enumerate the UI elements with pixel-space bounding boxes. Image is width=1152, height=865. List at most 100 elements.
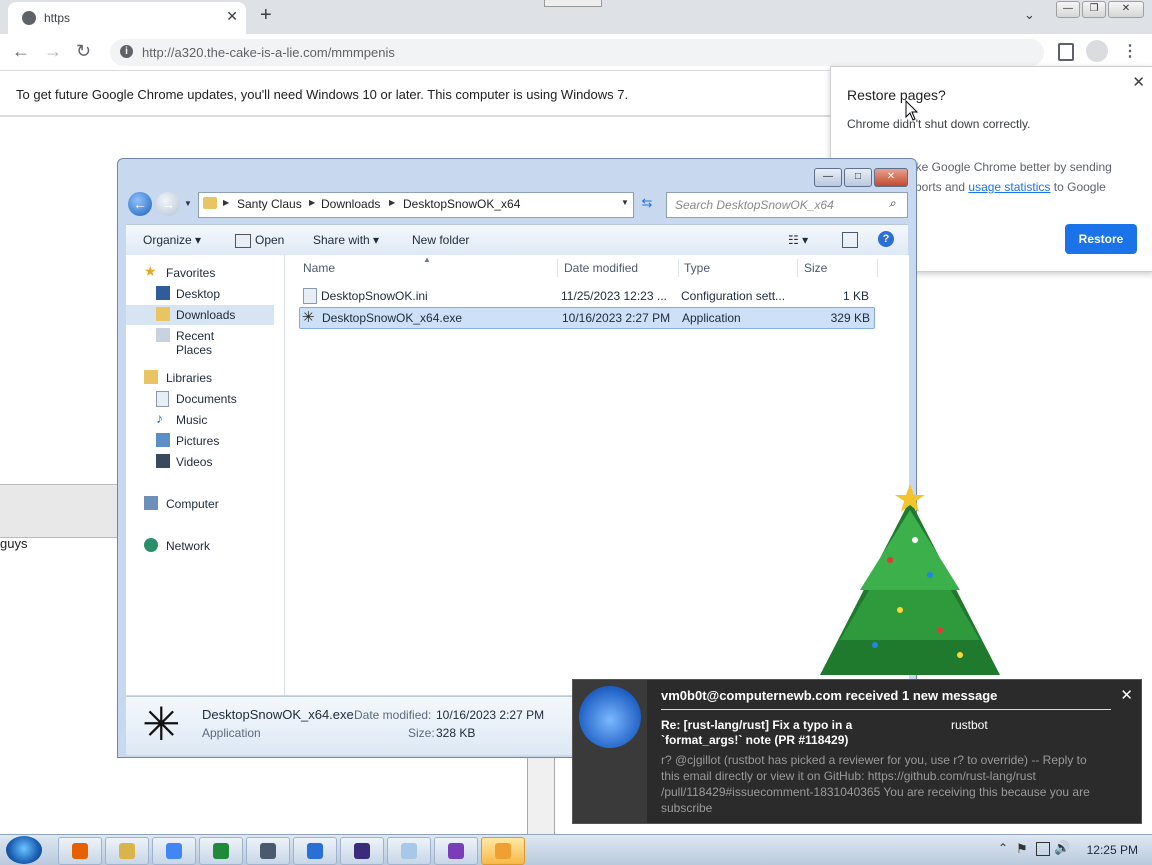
back-arrow-icon[interactable]: ←: [128, 192, 152, 216]
column-separator[interactable]: [678, 259, 679, 277]
share-with-button[interactable]: Share with ▾: [313, 233, 379, 247]
taskbar-button-chrome[interactable]: [152, 837, 196, 865]
snowflake-app-icon: ✳: [302, 309, 315, 326]
minimize-button[interactable]: —: [814, 168, 842, 187]
column-header-type[interactable]: Type: [684, 261, 710, 275]
explorer-search-input[interactable]: Search DesktopSnowOK_x64 ⌕: [666, 192, 908, 218]
search-icon[interactable]: ⌕: [889, 196, 896, 211]
globe-icon: [22, 11, 36, 25]
column-header-date[interactable]: Date modified: [564, 261, 638, 275]
close-icon[interactable]: ✕: [1120, 686, 1133, 704]
address-bar[interactable]: i http://a320.the-cake-is-a-lie.com/mmmp…: [110, 39, 1044, 66]
taskbar-button-notepad[interactable]: [387, 837, 431, 865]
back-icon[interactable]: ←: [12, 41, 30, 62]
address-dropdown-icon[interactable]: ▼: [621, 198, 629, 207]
clock[interactable]: 12:25 PM: [1087, 843, 1138, 857]
breadcrumb-downloads[interactable]: Downloads: [321, 197, 380, 211]
side-panel-icon[interactable]: [1058, 43, 1074, 61]
taskbar-button-thunderbird[interactable]: [293, 837, 337, 865]
snowflake-app-icon: ✳: [142, 698, 181, 750]
tab-search-chevron-icon[interactable]: ⌄: [1024, 7, 1035, 23]
taskbar-button-tree[interactable]: [199, 837, 243, 865]
network-icon: [144, 538, 158, 552]
restore-button[interactable]: Restore: [1065, 224, 1137, 254]
tab-title: https: [44, 11, 71, 25]
taskbar-button-explorer[interactable]: [105, 837, 149, 865]
forward-icon[interactable]: →: [44, 41, 62, 62]
taskbar-button-media[interactable]: [434, 837, 478, 865]
forward-arrow-icon[interactable]: →: [156, 192, 180, 216]
nav-downloads[interactable]: Downloads: [126, 305, 274, 325]
view-options-icon[interactable]: ☷ ▾: [788, 233, 808, 247]
taskbar-button-usb[interactable]: [340, 837, 384, 865]
reload-icon[interactable]: ↻: [76, 41, 91, 62]
chrome-icon: [166, 843, 182, 859]
breadcrumb-separator-icon[interactable]: ▶: [389, 198, 395, 207]
column-separator[interactable]: [877, 259, 878, 277]
taskbar-button-snowok[interactable]: [481, 837, 525, 865]
file-type: Configuration sett...: [681, 289, 786, 303]
thunderbird-notification[interactable]: vm0b0t@computernewb.com received 1 new m…: [572, 679, 1142, 824]
system-tray: ⌃ ⚑ 🔊 12:25 PM: [990, 837, 1152, 863]
restore-message: Chrome didn't shut down correctly.: [847, 117, 1031, 131]
column-header-size[interactable]: Size: [804, 261, 827, 275]
breadcrumb-separator-icon[interactable]: ▶: [309, 198, 315, 207]
file-size: 1 KB: [842, 289, 869, 303]
taskbar: ⌃ ⚑ 🔊 12:25 PM: [0, 834, 1152, 865]
open-button[interactable]: Open: [255, 233, 284, 247]
chrome-tab-strip: https ✕ + ⌄ — ❐ ✕: [0, 0, 1152, 34]
maximize-button[interactable]: □: [844, 168, 872, 187]
details-size-label: Size:: [408, 726, 435, 740]
computer-icon: [144, 496, 158, 510]
organize-button[interactable]: Organize ▾: [143, 233, 201, 247]
site-info-icon[interactable]: i: [120, 45, 133, 58]
close-button[interactable]: ✕: [874, 168, 908, 187]
nav-network-label: Network: [166, 539, 211, 553]
taskbar-button-monitor[interactable]: [246, 837, 290, 865]
preview-pane-icon[interactable]: [842, 232, 858, 248]
documents-icon: [156, 391, 169, 407]
background-page-text: guys: [0, 536, 28, 551]
close-window-button[interactable]: ✕: [1108, 1, 1144, 18]
breadcrumb-santy-claus[interactable]: Santy Claus: [237, 197, 302, 211]
desktop-icon: [156, 286, 170, 300]
action-center-flag-icon[interactable]: ⚑: [1016, 841, 1028, 857]
column-header-name[interactable]: Name: [303, 261, 335, 275]
new-tab-button[interactable]: +: [260, 4, 272, 27]
nav-documents-label: Documents: [176, 392, 237, 406]
explorer-address-bar[interactable]: ▶ Santy Claus ▶ Downloads ▶ DesktopSnowO…: [198, 192, 634, 218]
chrome-menu-icon[interactable]: ⋮: [1122, 41, 1138, 61]
recent-pages-chevron-icon[interactable]: ▼: [184, 199, 192, 208]
usage-statistics-link[interactable]: usage statistics: [968, 180, 1050, 194]
tab-close-icon[interactable]: ✕: [226, 8, 238, 25]
nav-recent-label: Recent Places: [176, 329, 215, 357]
column-separator[interactable]: [797, 259, 798, 277]
network-icon[interactable]: [1036, 842, 1050, 856]
volume-icon[interactable]: 🔊: [1054, 840, 1070, 856]
file-row[interactable]: DesktopSnowOK.ini 11/25/2023 12:23 ... C…: [299, 286, 873, 306]
nav-libraries-label: Libraries: [166, 371, 213, 385]
start-button[interactable]: [6, 836, 42, 864]
breadcrumb-separator-icon[interactable]: ▶: [223, 198, 229, 207]
browser-tab[interactable]: https ✕: [8, 2, 246, 34]
new-folder-button[interactable]: New folder: [412, 233, 469, 247]
usb-icon: [354, 843, 370, 859]
update-message: To get future Google Chrome updates, you…: [16, 87, 629, 102]
nav-computer-label: Computer: [166, 497, 219, 511]
refresh-icon[interactable]: ⇆: [636, 195, 658, 215]
close-icon[interactable]: ✕: [1132, 73, 1145, 91]
breadcrumb-current-folder[interactable]: DesktopSnowOK_x64: [403, 197, 520, 211]
minimize-button[interactable]: —: [1056, 1, 1080, 18]
file-row-selected[interactable]: ✳ DesktopSnowOK_x64.exe 10/16/2023 2:27 …: [299, 307, 875, 329]
help-icon[interactable]: ?: [878, 231, 894, 247]
file-type: Application: [682, 311, 741, 325]
ini-file-icon: [303, 288, 317, 304]
restore-title: Restore pages?: [847, 87, 946, 103]
details-date-value: 10/16/2023 2:27 PM: [436, 708, 545, 722]
taskbar-button-firefox[interactable]: [58, 837, 102, 865]
show-hidden-icons-icon[interactable]: ⌃: [998, 841, 1008, 855]
column-separator[interactable]: [557, 259, 558, 277]
restore-window-button[interactable]: ❐: [1082, 1, 1106, 18]
christmas-tree-image: [820, 484, 1000, 675]
profile-avatar[interactable]: [1086, 40, 1108, 62]
